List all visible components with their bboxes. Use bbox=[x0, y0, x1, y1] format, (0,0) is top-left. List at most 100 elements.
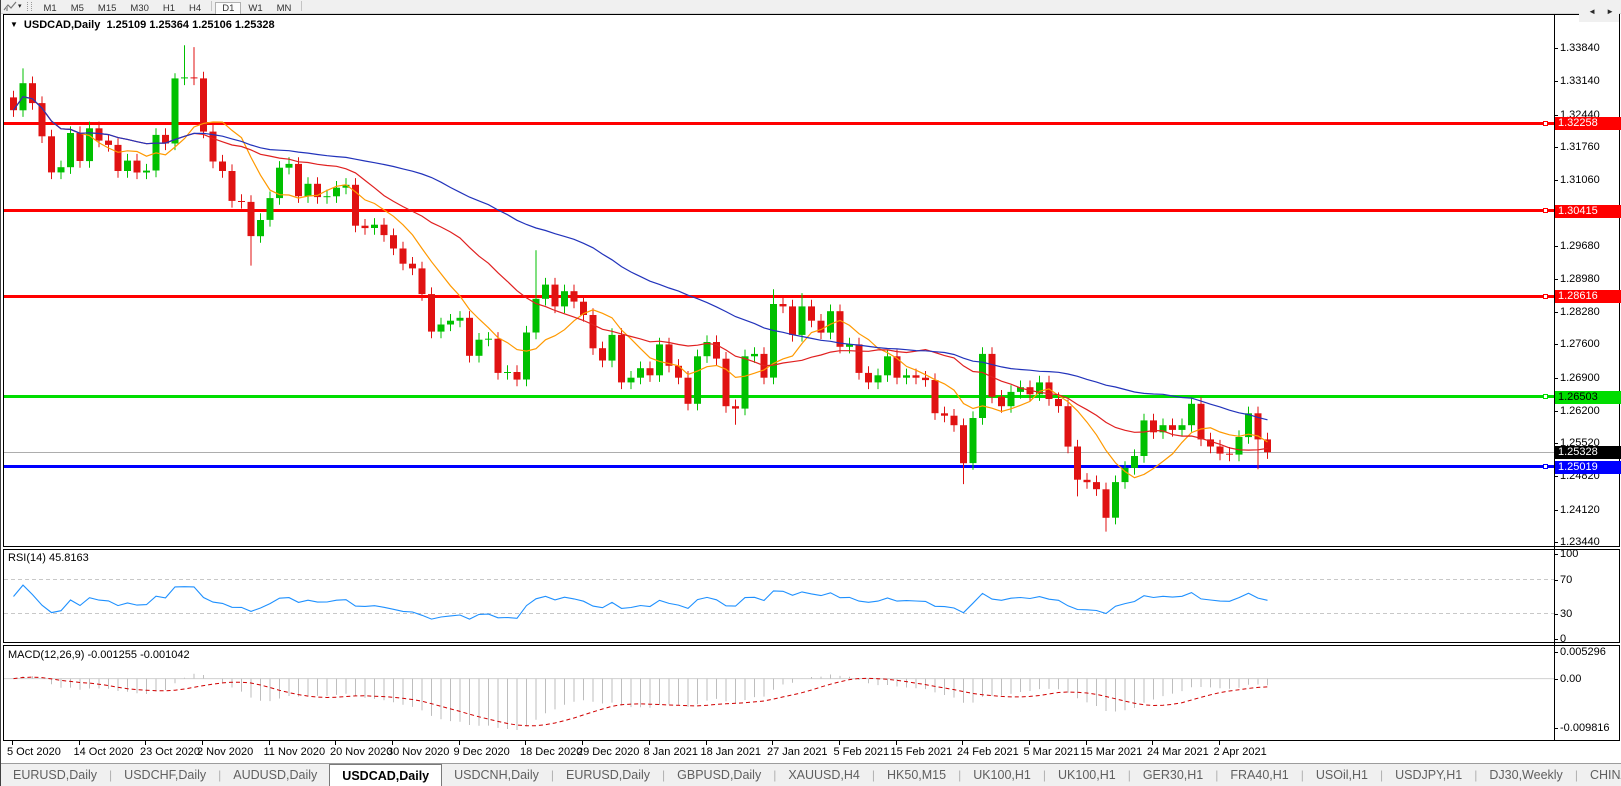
date-axis-label: 2 Nov 2020 bbox=[197, 746, 254, 758]
date-axis-tick bbox=[1085, 741, 1087, 745]
date-axis-label: 24 Feb 2021 bbox=[957, 746, 1019, 758]
price-axis-tick bbox=[1554, 312, 1558, 314]
date-axis-tick bbox=[202, 741, 203, 745]
chart-tab-hk50-m15[interactable]: HK50,M15 bbox=[875, 764, 958, 786]
timeframe-button-m1[interactable]: M1 bbox=[37, 3, 64, 15]
toolbar-separator bbox=[211, 0, 213, 11]
date-axis-tick bbox=[1152, 741, 1153, 745]
rsi-axis-tick bbox=[1554, 639, 1558, 640]
timeframe-button-d1[interactable]: D1 bbox=[215, 1, 242, 15]
price-axis-tick bbox=[1554, 114, 1558, 116]
hline-price-badge: 1.30415 bbox=[1555, 204, 1621, 218]
hline-price-badge: 1.25019 bbox=[1555, 460, 1621, 474]
chart-tab-usdjpy-h1[interactable]: USDJPY,H1 bbox=[1383, 764, 1474, 786]
date-axis-label: 2 Apr 2021 bbox=[1213, 746, 1267, 758]
price-axis-tick bbox=[1554, 443, 1558, 445]
rsi-axis-tick bbox=[1554, 613, 1558, 615]
chart-tab-dj30-weekly[interactable]: DJ30,Weekly bbox=[1477, 764, 1574, 786]
tab-scroll-right-icon[interactable]: ► bbox=[1601, 7, 1619, 16]
date-axis-tick bbox=[772, 741, 773, 745]
timeframe-button-h1[interactable]: H1 bbox=[156, 3, 182, 15]
date-axis-label: 5 Mar 2021 bbox=[1023, 746, 1080, 758]
rsi-plot[interactable] bbox=[4, 550, 1554, 642]
chart-tab-usdchf-daily[interactable]: USDCHF,Daily bbox=[112, 764, 218, 786]
timeframe-button-m5[interactable]: M5 bbox=[64, 3, 91, 15]
timeframe-button-m15[interactable]: M15 bbox=[91, 3, 123, 15]
date-axis-tick bbox=[78, 741, 80, 745]
rsi-axis-label: 0 bbox=[1560, 633, 1567, 645]
price-axis-tick bbox=[1554, 278, 1558, 280]
rsi-axis-tick bbox=[1554, 554, 1558, 555]
price-axis-tick bbox=[1554, 509, 1558, 511]
chart-tab-china300-h1[interactable]: CHINA300,H1 bbox=[1578, 764, 1621, 786]
date-axis-label: 29 Dec 2020 bbox=[577, 746, 640, 758]
chart-tab-uk100-h1[interactable]: UK100,H1 bbox=[961, 764, 1043, 786]
chart-tab-eurusd-daily[interactable]: EURUSD,Daily bbox=[1, 764, 109, 786]
macd-plot[interactable] bbox=[4, 646, 1554, 740]
date-axis-label: 8 Jan 2021 bbox=[643, 746, 698, 758]
date-axis-label: 18 Dec 2020 bbox=[520, 746, 583, 758]
date-axis-label: 5 Oct 2020 bbox=[7, 746, 61, 758]
price-axis-label: 1.29680 bbox=[1560, 239, 1600, 252]
macd-axis-tick bbox=[1554, 728, 1558, 729]
date-axis: 5 Oct 2020 14 Oct 2020 23 Oct 2020 2 Nov 20… bbox=[3, 741, 1621, 763]
price-axis-label: 1.28980 bbox=[1560, 272, 1600, 285]
chart-tab-bar: EURUSD,Daily | USDCHF,Daily | AUDUSD,Daily US… bbox=[1, 763, 1621, 786]
rsi-axis-tick bbox=[1554, 579, 1558, 581]
toolbar-grip bbox=[26, 2, 32, 11]
rsi-label: RSI(14) 45.8163 bbox=[8, 552, 89, 564]
date-axis-label: 20 Nov 2020 bbox=[330, 746, 393, 758]
medium-ma-line bbox=[13, 96, 1268, 451]
date-axis-tick bbox=[525, 741, 526, 745]
timeframe-button-m30[interactable]: M30 bbox=[123, 3, 155, 15]
chart-tab-uk100-h1[interactable]: UK100,H1 bbox=[1046, 764, 1128, 786]
date-axis-tick bbox=[962, 741, 963, 745]
timeframe-button-mn[interactable]: MN bbox=[270, 3, 299, 15]
chart-tab-usdcad-daily[interactable]: USDCAD,Daily bbox=[329, 764, 443, 786]
ohlc-values: 1.25109 1.25364 1.25106 1.25328 bbox=[106, 19, 275, 31]
date-axis-tick bbox=[648, 741, 650, 745]
price-axis-tick bbox=[1554, 245, 1558, 247]
date-axis-label: 14 Oct 2020 bbox=[73, 746, 134, 758]
tool-dropdown-icon[interactable]: ▾ bbox=[18, 1, 22, 12]
price-axis-tick bbox=[1554, 81, 1558, 83]
date-axis-tick bbox=[705, 741, 707, 745]
price-axis-label: 1.33140 bbox=[1560, 75, 1600, 88]
chart-tab-xauusd-h4[interactable]: XAUUSD,H4 bbox=[776, 764, 872, 786]
current-price-badge: 1.25328 bbox=[1555, 446, 1621, 460]
symbol-dropdown-icon[interactable]: ▼ bbox=[10, 20, 18, 29]
price-axis-label: 1.33840 bbox=[1560, 42, 1600, 54]
macd-axis-tick bbox=[1554, 678, 1558, 680]
chart-cursor-icon[interactable] bbox=[3, 1, 17, 12]
candlestick-chart[interactable] bbox=[4, 15, 1554, 546]
tab-scroll-left-icon[interactable]: ◄ bbox=[1583, 7, 1601, 16]
date-axis-tick bbox=[895, 741, 897, 745]
price-axis-tick bbox=[1554, 410, 1558, 412]
price-axis-label: 1.26200 bbox=[1560, 404, 1600, 417]
timeframe-button-h4[interactable]: H4 bbox=[182, 3, 208, 15]
date-axis-label: 15 Mar 2021 bbox=[1080, 746, 1143, 758]
price-axis-label: 1.23440 bbox=[1560, 536, 1600, 548]
date-axis-tick bbox=[268, 741, 270, 745]
toolbar-separator bbox=[301, 0, 303, 11]
macd-axis-label: -0.009816 bbox=[1560, 722, 1610, 734]
chart-tab-fra40-h1[interactable]: FRA40,H1 bbox=[1218, 764, 1300, 786]
price-axis-tick bbox=[1554, 344, 1558, 346]
hline-price-badge: 1.26503 bbox=[1555, 390, 1621, 404]
price-axis-tick bbox=[1554, 542, 1558, 543]
rsi-axis-label: 70 bbox=[1560, 573, 1573, 586]
chart-tab-usoil-h1[interactable]: USOil,H1 bbox=[1304, 764, 1380, 786]
rsi-axis-label: 100 bbox=[1560, 548, 1579, 560]
date-axis-label: 5 Feb 2021 bbox=[833, 746, 890, 758]
chart-tab-ger30-h1[interactable]: GER30,H1 bbox=[1131, 764, 1215, 786]
chart-tab-audusd-daily[interactable]: AUDUSD,Daily bbox=[221, 764, 329, 786]
chart-tab-eurusd-daily[interactable]: EURUSD,Daily bbox=[554, 764, 662, 786]
price-axis-label: 1.26900 bbox=[1560, 371, 1600, 384]
date-axis-label: 9 Dec 2020 bbox=[453, 746, 510, 758]
fast-ma-line bbox=[13, 96, 1268, 479]
price-axis-label: 1.31060 bbox=[1560, 174, 1600, 187]
chart-tab-gbpusd-daily[interactable]: GBPUSD,Daily bbox=[665, 764, 773, 786]
date-axis-tick bbox=[458, 741, 460, 745]
chart-tab-usdcnh-daily[interactable]: USDCNH,Daily bbox=[442, 764, 551, 786]
timeframe-button-w1[interactable]: W1 bbox=[241, 3, 269, 15]
